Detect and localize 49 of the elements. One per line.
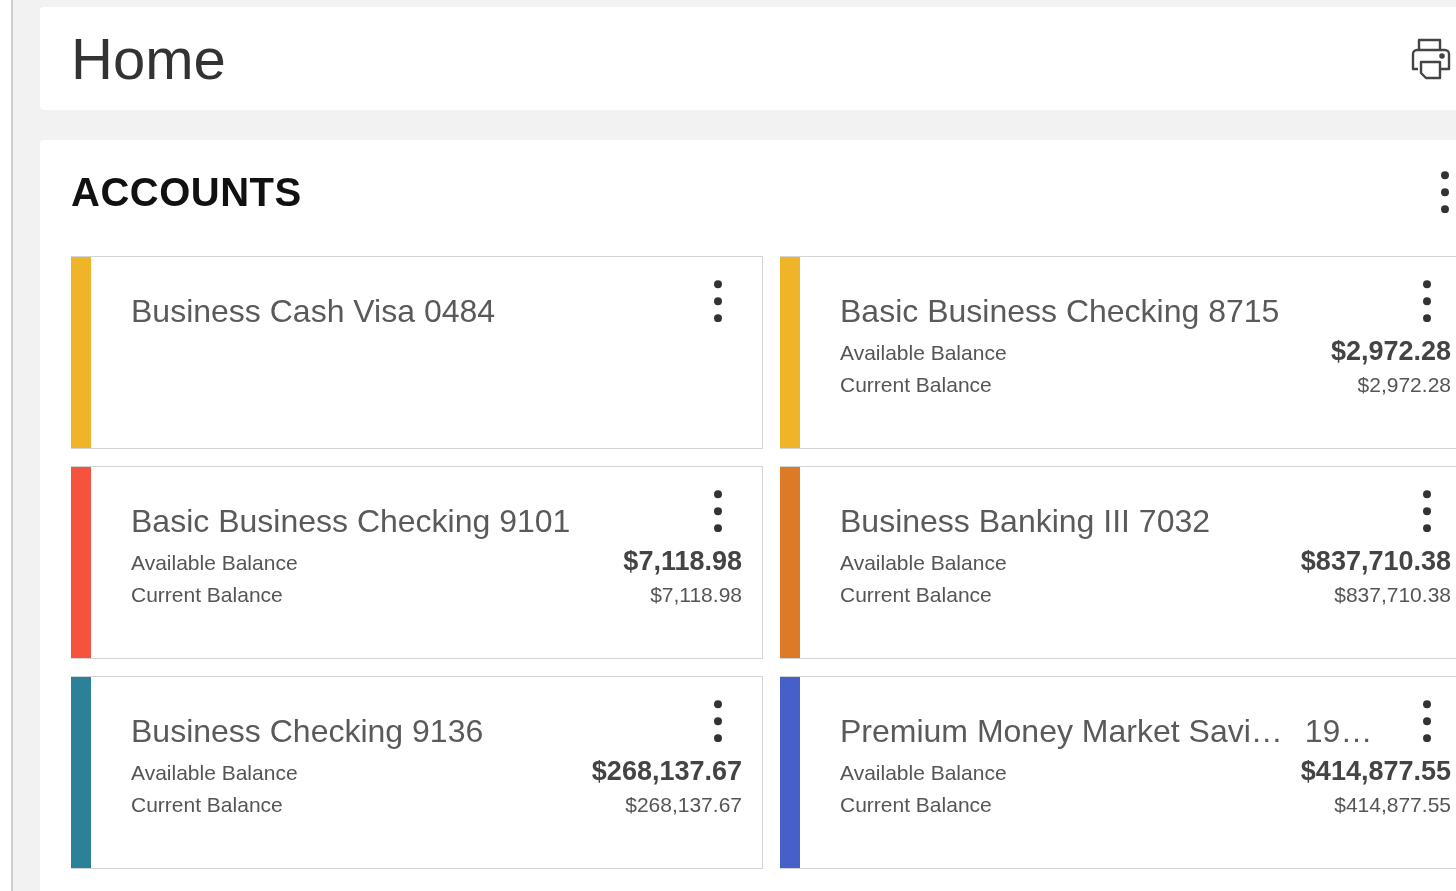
balance-label: Current Balance	[131, 583, 284, 607]
account-card[interactable]: Business Banking III 7032 Available Balance $837,710.38 Current Balance $837,710.38	[780, 466, 1456, 659]
more-icon	[1441, 170, 1449, 214]
balance-amount: $414,877.55	[1300, 756, 1451, 787]
balance-label: Current Balance	[840, 793, 993, 817]
balance-label: Available Balance	[840, 551, 1008, 575]
account-card[interactable]: Premium Money Market Savi… 19… Available Balance $414,877.55 Current Balance $414,877.55	[780, 676, 1456, 869]
balance-label: Available Balance	[840, 341, 1008, 365]
account-card[interactable]: Basic Business Checking 9101 Available Balance $7,118.98 Current Balance $7,118.98	[71, 466, 763, 659]
balance-amount: $2,972.28	[1330, 336, 1451, 367]
balance-label: Available Balance	[840, 761, 1008, 785]
more-icon	[714, 699, 722, 743]
balance-amount: $7,118.98	[649, 583, 742, 607]
more-icon	[1423, 489, 1431, 533]
balance-amount: $2,972.28	[1356, 373, 1451, 397]
more-button[interactable]	[1421, 699, 1433, 743]
more-button[interactable]	[712, 489, 724, 533]
account-name: Business Cash Visa 0484	[131, 293, 496, 330]
account-number: 19…	[1304, 713, 1373, 750]
more-button[interactable]	[712, 279, 724, 323]
more-button[interactable]	[1421, 279, 1433, 323]
balance-label: Available Balance	[131, 551, 299, 575]
account-card[interactable]: Business Cash Visa 0484	[71, 256, 763, 449]
account-name: Business Banking III 7032	[840, 503, 1210, 540]
section-heading: ACCOUNTS	[71, 169, 302, 215]
balance-label: Current Balance	[840, 373, 993, 397]
more-button[interactable]	[1439, 170, 1451, 214]
more-icon	[1423, 699, 1431, 743]
account-name: Basic Business Checking 8715	[840, 293, 1280, 330]
balance-amount: $837,710.38	[1333, 583, 1451, 607]
account-card[interactable]: Business Checking 9136 Available Balance $268,137.67 Current Balance $268,137.67	[71, 676, 763, 869]
more-icon	[714, 279, 722, 323]
balance-label: Current Balance	[131, 793, 284, 817]
balance-label: Available Balance	[131, 761, 299, 785]
more-button[interactable]	[712, 699, 724, 743]
account-card[interactable]: Basic Business Checking 8715 Available Balance $2,972.28 Current Balance $2,972.28	[780, 256, 1456, 449]
more-icon	[714, 489, 722, 533]
balance-amount: $837,710.38	[1300, 546, 1451, 577]
balance-amount: $268,137.67	[591, 756, 742, 787]
balance-label: Current Balance	[840, 583, 993, 607]
account-name: Basic Business Checking 9101	[131, 503, 571, 540]
more-icon	[1423, 279, 1431, 323]
account-name: Premium Money Market Savi…	[840, 713, 1283, 750]
page-title: Home	[71, 25, 226, 92]
more-button[interactable]	[1421, 489, 1433, 533]
balance-amount: $7,118.98	[623, 546, 742, 577]
balance-amount: $414,877.55	[1333, 793, 1451, 817]
balance-amount: $268,137.67	[624, 793, 742, 817]
account-name: Business Checking 9136	[131, 713, 484, 750]
